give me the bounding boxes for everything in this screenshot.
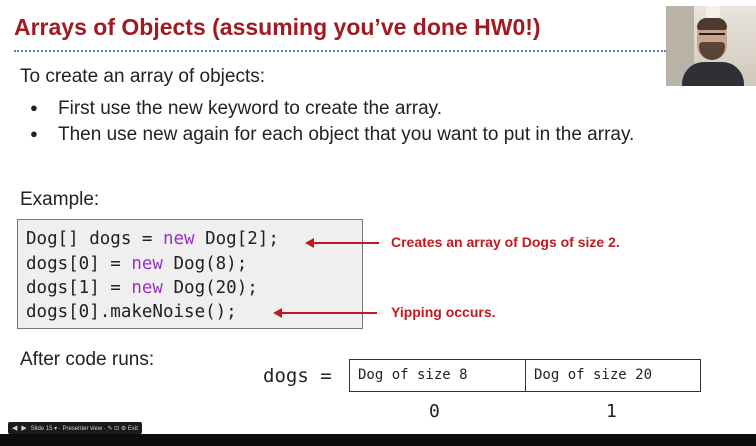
bullet-icon: ● (30, 126, 38, 141)
code-line: dogs[0] = new Dog(8); (26, 254, 248, 274)
code-line: dogs[1] = new Dog(20); (26, 278, 258, 298)
array-cell: Dog of size 8 (349, 359, 526, 392)
player-controls-text[interactable]: Slide 15 ▾ · Presenter view · ✎ ⊡ ⚙ Exit (31, 425, 138, 432)
example-label: Example: (20, 189, 100, 210)
arrow-left-icon (305, 238, 379, 248)
slide-title: Arrays of Objects (assuming you’ve done … (14, 14, 541, 40)
letterbox-bar (0, 434, 756, 446)
array-cell: Dog of size 20 (525, 359, 701, 392)
bullet-text: First use the new keyword to create the … (58, 98, 443, 119)
arrow-left-icon (273, 308, 377, 318)
after-label: After code runs: (20, 349, 155, 370)
array-index: 0 (429, 401, 440, 422)
webcam-video (666, 6, 756, 86)
play-icon[interactable]: ▶ (21, 424, 26, 432)
bullet-item: ● First use the new keyword to create the… (30, 98, 442, 120)
keyword: new (162, 229, 195, 249)
array-variable-label: dogs = (263, 365, 344, 387)
title-divider (14, 50, 666, 52)
bullet-text: Then use new again for each object that … (58, 124, 635, 145)
code-line: dogs[0].makeNoise(); (26, 302, 237, 322)
keyword: new (131, 254, 163, 274)
bullet-item: ● Then use new again for each object that… (30, 124, 634, 146)
array-index: 1 (606, 401, 617, 422)
presentation-controls[interactable]: ◀ ▶ Slide 15 ▾ · Presenter view · ✎ ⊡ ⚙ … (8, 422, 142, 434)
keyword: new (131, 278, 163, 298)
intro-text: To create an array of objects: (20, 66, 266, 87)
slide: Arrays of Objects (assuming you’ve done … (0, 0, 756, 446)
annotation-yip: Yipping occurs. (391, 304, 496, 320)
prev-icon[interactable]: ◀ (12, 424, 17, 432)
code-line: Dog[] dogs = new Dog[2]; (26, 229, 279, 249)
bullet-icon: ● (30, 100, 38, 115)
annotation-create: Creates an array of Dogs of size 2. (391, 234, 620, 250)
